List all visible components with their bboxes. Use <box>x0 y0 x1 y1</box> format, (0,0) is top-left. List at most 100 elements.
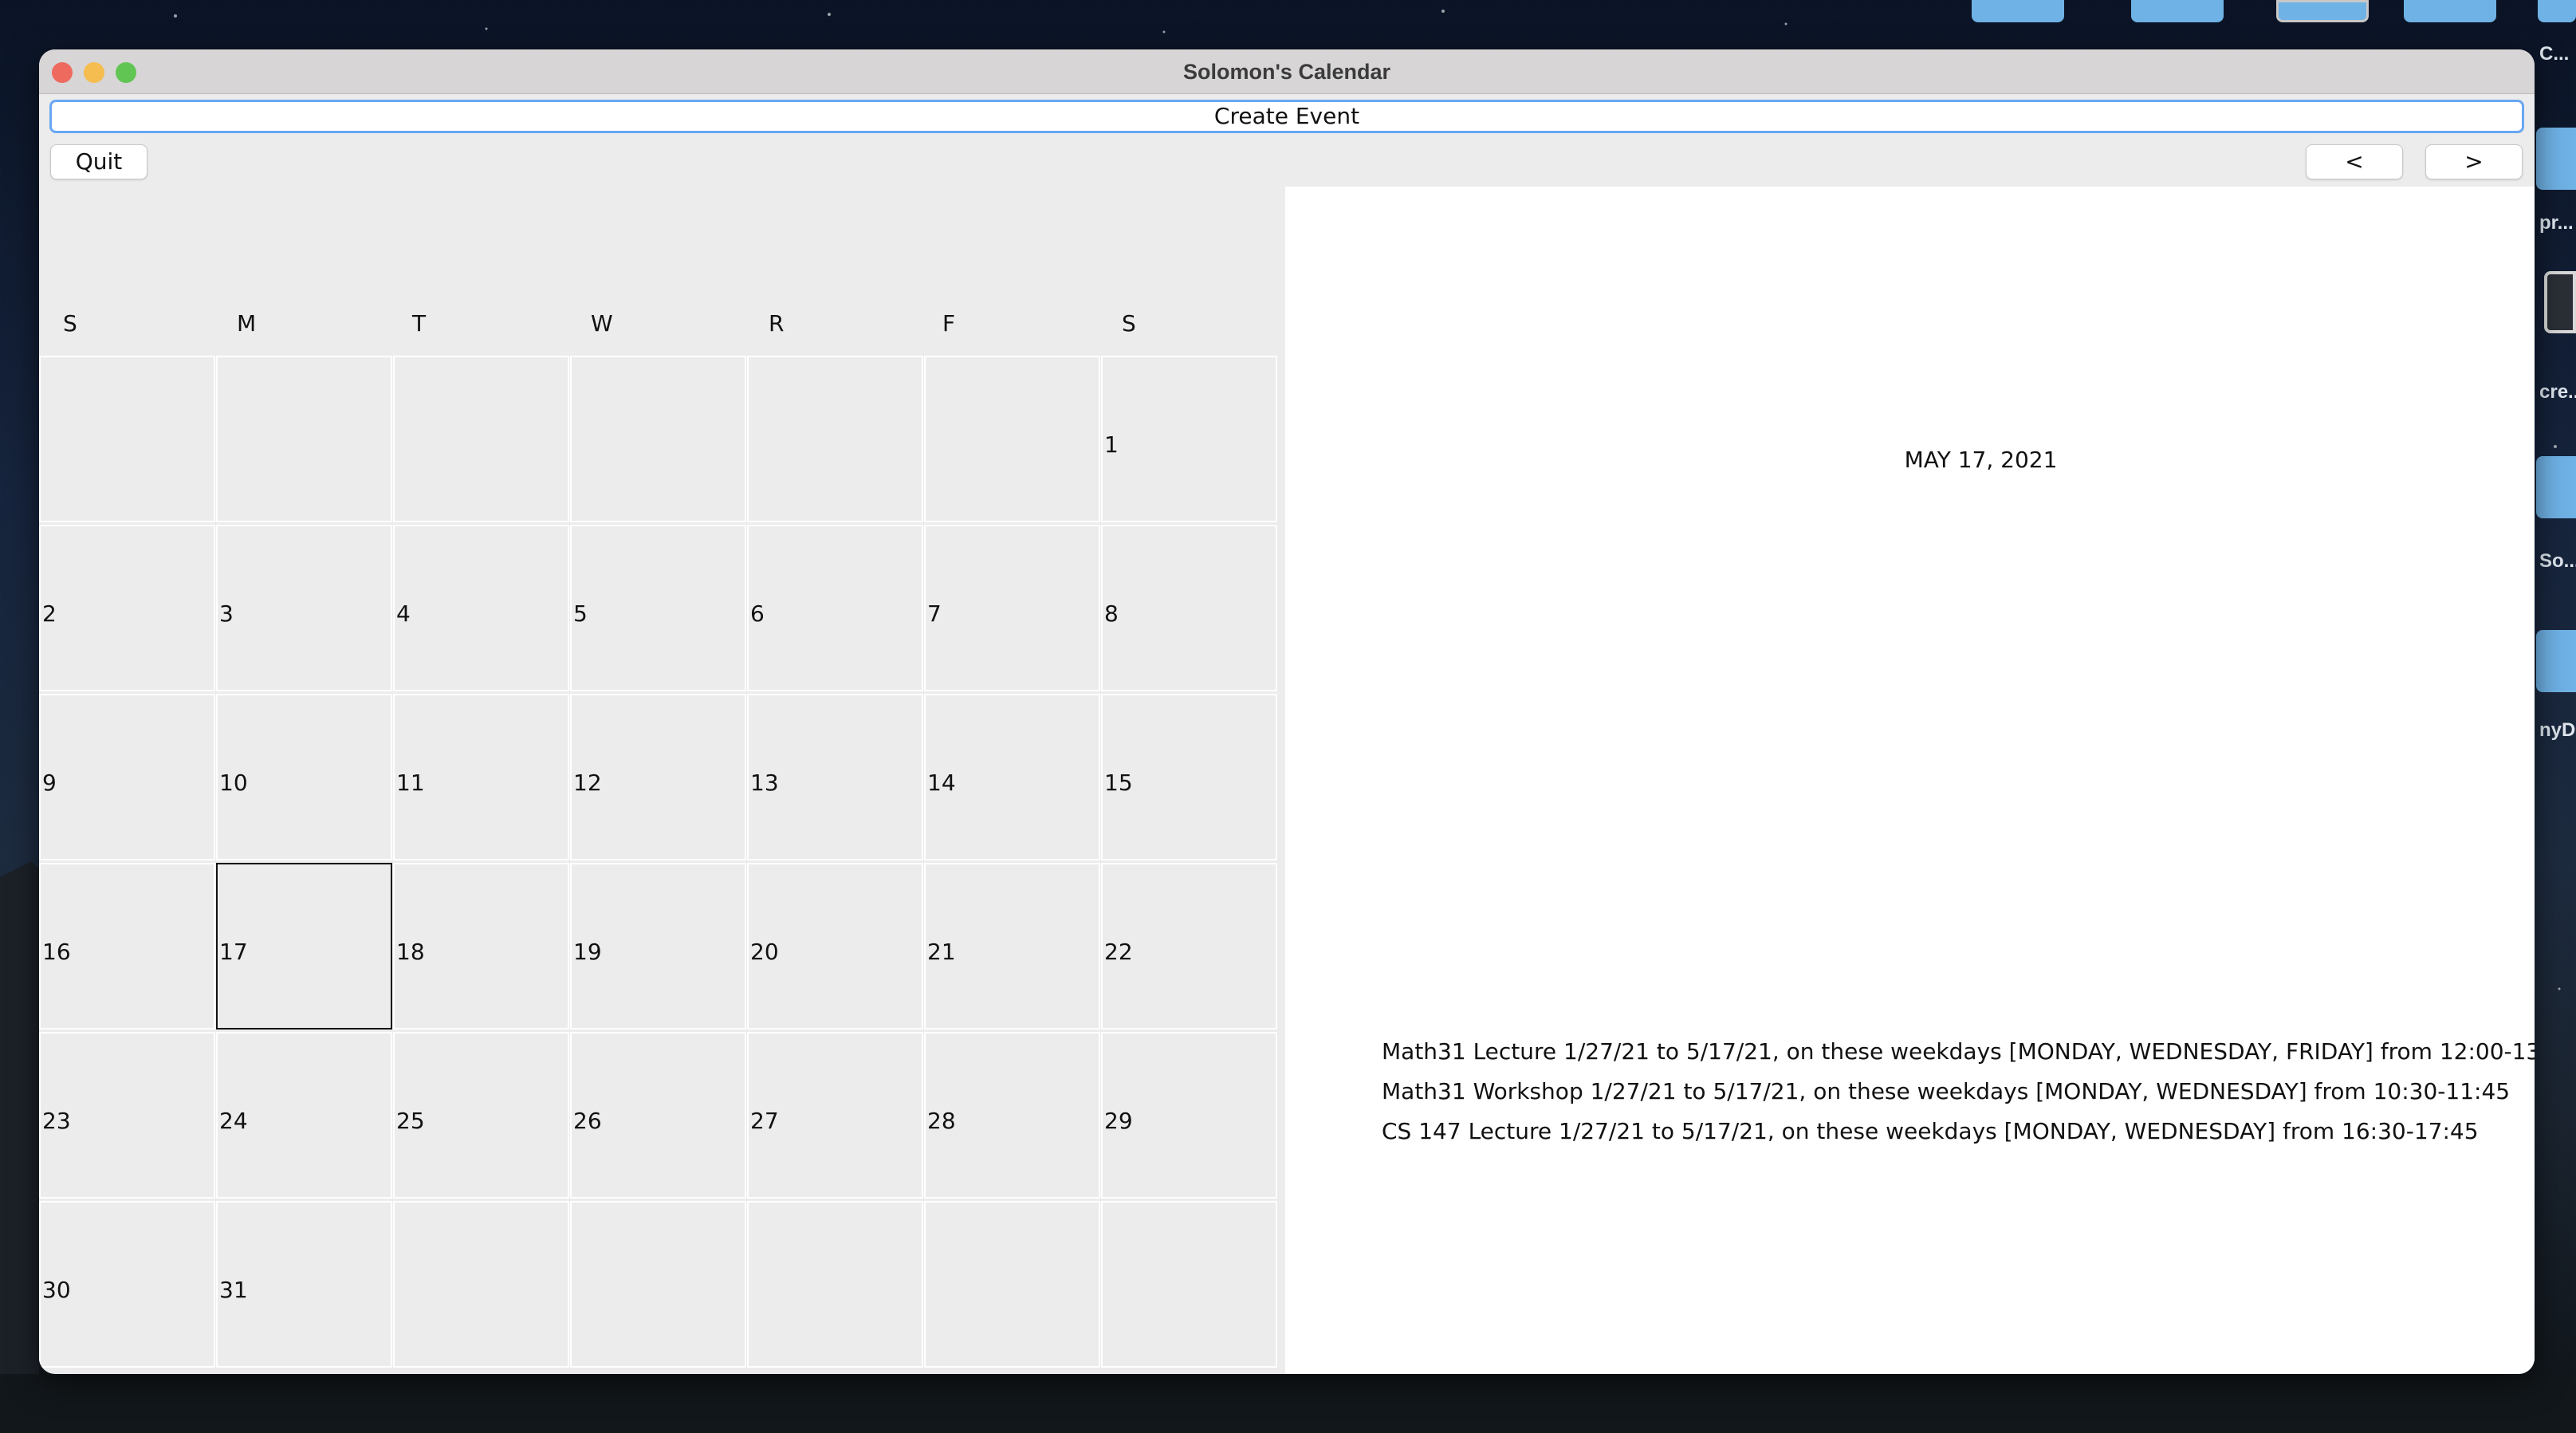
day-number: 30 <box>42 1277 71 1303</box>
day-cell[interactable]: 7 <box>924 525 1100 691</box>
empty-day-cell <box>747 1201 923 1368</box>
desktop-folder-icon[interactable] <box>2131 0 2224 22</box>
day-cell[interactable]: 25 <box>393 1032 569 1199</box>
empty-day-cell <box>570 1201 746 1368</box>
day-cell[interactable]: 6 <box>747 525 923 691</box>
zoom-window-button[interactable] <box>116 62 136 83</box>
window-title: Solomon's Calendar <box>1183 60 1390 84</box>
day-number: 26 <box>573 1108 602 1134</box>
weekday-header-label: T <box>412 310 427 337</box>
day-cell[interactable]: 23 <box>39 1032 215 1199</box>
day-number: 1 <box>1104 431 1119 458</box>
day-number: 28 <box>927 1108 956 1134</box>
weekday-header-label: F <box>942 310 956 337</box>
empty-day-cell <box>393 1201 569 1368</box>
day-cell[interactable]: 29 <box>1101 1032 1277 1199</box>
day-number: 18 <box>396 939 425 965</box>
day-number: 27 <box>750 1108 779 1134</box>
desktop-folder-icon[interactable] <box>2538 0 2576 22</box>
day-number: 21 <box>927 939 956 965</box>
empty-day-cell <box>570 356 746 522</box>
weekday-header: S <box>39 187 216 356</box>
day-cell[interactable]: 13 <box>747 694 923 860</box>
day-number: 14 <box>927 770 956 796</box>
weekday-header-label: S <box>63 310 77 337</box>
day-cell[interactable]: 2 <box>39 525 215 691</box>
day-cell[interactable]: 26 <box>570 1032 746 1199</box>
day-cell[interactable]: 18 <box>393 863 569 1029</box>
empty-day-cell <box>747 356 923 522</box>
day-cell[interactable]: 14 <box>924 694 1100 860</box>
previous-month-button[interactable]: < <box>2306 144 2403 179</box>
weekday-header: M <box>216 187 393 356</box>
empty-day-cell <box>1101 1201 1277 1368</box>
day-cell[interactable]: 12 <box>570 694 746 860</box>
day-number: 29 <box>1104 1108 1133 1134</box>
day-cell[interactable]: 19 <box>570 863 746 1029</box>
day-number: 3 <box>219 600 234 627</box>
desktop-folder-icon[interactable] <box>1972 0 2064 22</box>
day-cell[interactable]: 11 <box>393 694 569 860</box>
desktop-icon-label: cre... <box>2539 381 2576 403</box>
minimize-window-button[interactable] <box>84 62 104 83</box>
day-cell[interactable]: 5 <box>570 525 746 691</box>
day-number: 17 <box>219 939 248 965</box>
selected-date-label: MAY 17, 2021 <box>1904 447 2058 473</box>
day-number: 22 <box>1104 939 1133 965</box>
title-bar[interactable]: Solomon's Calendar <box>39 49 2535 94</box>
day-detail-panel: MAY 17, 2021 Math31 Lecture 1/27/21 to 5… <box>1285 187 2535 1374</box>
desktop-icon-label: C... <box>2539 43 2570 65</box>
day-cell[interactable]: 8 <box>1101 525 1277 691</box>
day-cell[interactable]: 4 <box>393 525 569 691</box>
event-list: Math31 Lecture 1/27/21 to 5/17/21, on th… <box>1382 1032 2535 1152</box>
create-event-button[interactable]: Create Event <box>49 100 2524 133</box>
day-cell[interactable]: 1 <box>1101 356 1277 522</box>
day-number: 9 <box>42 770 57 796</box>
desktop-file-icon[interactable] <box>2544 271 2576 333</box>
day-number: 11 <box>396 770 425 796</box>
day-cell[interactable]: 9 <box>39 694 215 860</box>
desktop-folder-icon[interactable] <box>2536 128 2576 190</box>
desktop-folder-icon[interactable] <box>2536 630 2576 692</box>
day-number: 5 <box>573 600 588 627</box>
day-number: 23 <box>42 1108 71 1134</box>
day-cell[interactable]: 30 <box>39 1201 215 1368</box>
desktop-icon-label: So... <box>2539 550 2576 572</box>
desktop-folder-icon[interactable] <box>2404 0 2496 22</box>
day-cell[interactable]: 31 <box>216 1201 392 1368</box>
day-cell[interactable]: 20 <box>747 863 923 1029</box>
event-entry: CS 147 Lecture 1/27/21 to 5/17/21, on th… <box>1382 1118 2479 1144</box>
day-number: 24 <box>219 1108 248 1134</box>
day-number: 8 <box>1104 600 1119 627</box>
empty-day-cell <box>393 356 569 522</box>
weekday-header-label: W <box>591 310 613 337</box>
day-cell[interactable]: 17 <box>216 863 392 1029</box>
weekday-header: W <box>570 187 747 356</box>
desktop-folder-icon[interactable] <box>2536 456 2576 518</box>
day-number: 10 <box>219 770 248 796</box>
event-entry: Math31 Workshop 1/27/21 to 5/17/21, on t… <box>1382 1078 2511 1104</box>
day-cell[interactable]: 15 <box>1101 694 1277 860</box>
empty-day-cell <box>924 356 1100 522</box>
day-cell[interactable]: 3 <box>216 525 392 691</box>
weekday-header: T <box>393 187 570 356</box>
day-number: 15 <box>1104 770 1133 796</box>
desktop-folder-icon[interactable] <box>2276 0 2369 22</box>
calendar-window: Solomon's Calendar Create Event Quit < >… <box>39 49 2535 1374</box>
day-cell[interactable]: 10 <box>216 694 392 860</box>
day-number: 13 <box>750 770 779 796</box>
day-cell[interactable]: 28 <box>924 1032 1100 1199</box>
weekday-header: R <box>747 187 924 356</box>
month-grid: S M T W R F S 1 2 3 4 5 6 7 8 9 10 11 12 13 14 15 16 17 18 19 20 21… <box>39 187 1283 1374</box>
desktop-icon-label: pr... <box>2539 212 2574 234</box>
day-cell[interactable]: 16 <box>39 863 215 1029</box>
next-month-button[interactable]: > <box>2425 144 2523 179</box>
day-number: 31 <box>219 1277 248 1303</box>
day-cell[interactable]: 27 <box>747 1032 923 1199</box>
quit-button[interactable]: Quit <box>50 144 147 179</box>
day-cell[interactable]: 22 <box>1101 863 1277 1029</box>
close-window-button[interactable] <box>52 62 73 83</box>
day-cell[interactable]: 24 <box>216 1032 392 1199</box>
day-number: 2 <box>42 600 57 627</box>
day-cell[interactable]: 21 <box>924 863 1100 1029</box>
